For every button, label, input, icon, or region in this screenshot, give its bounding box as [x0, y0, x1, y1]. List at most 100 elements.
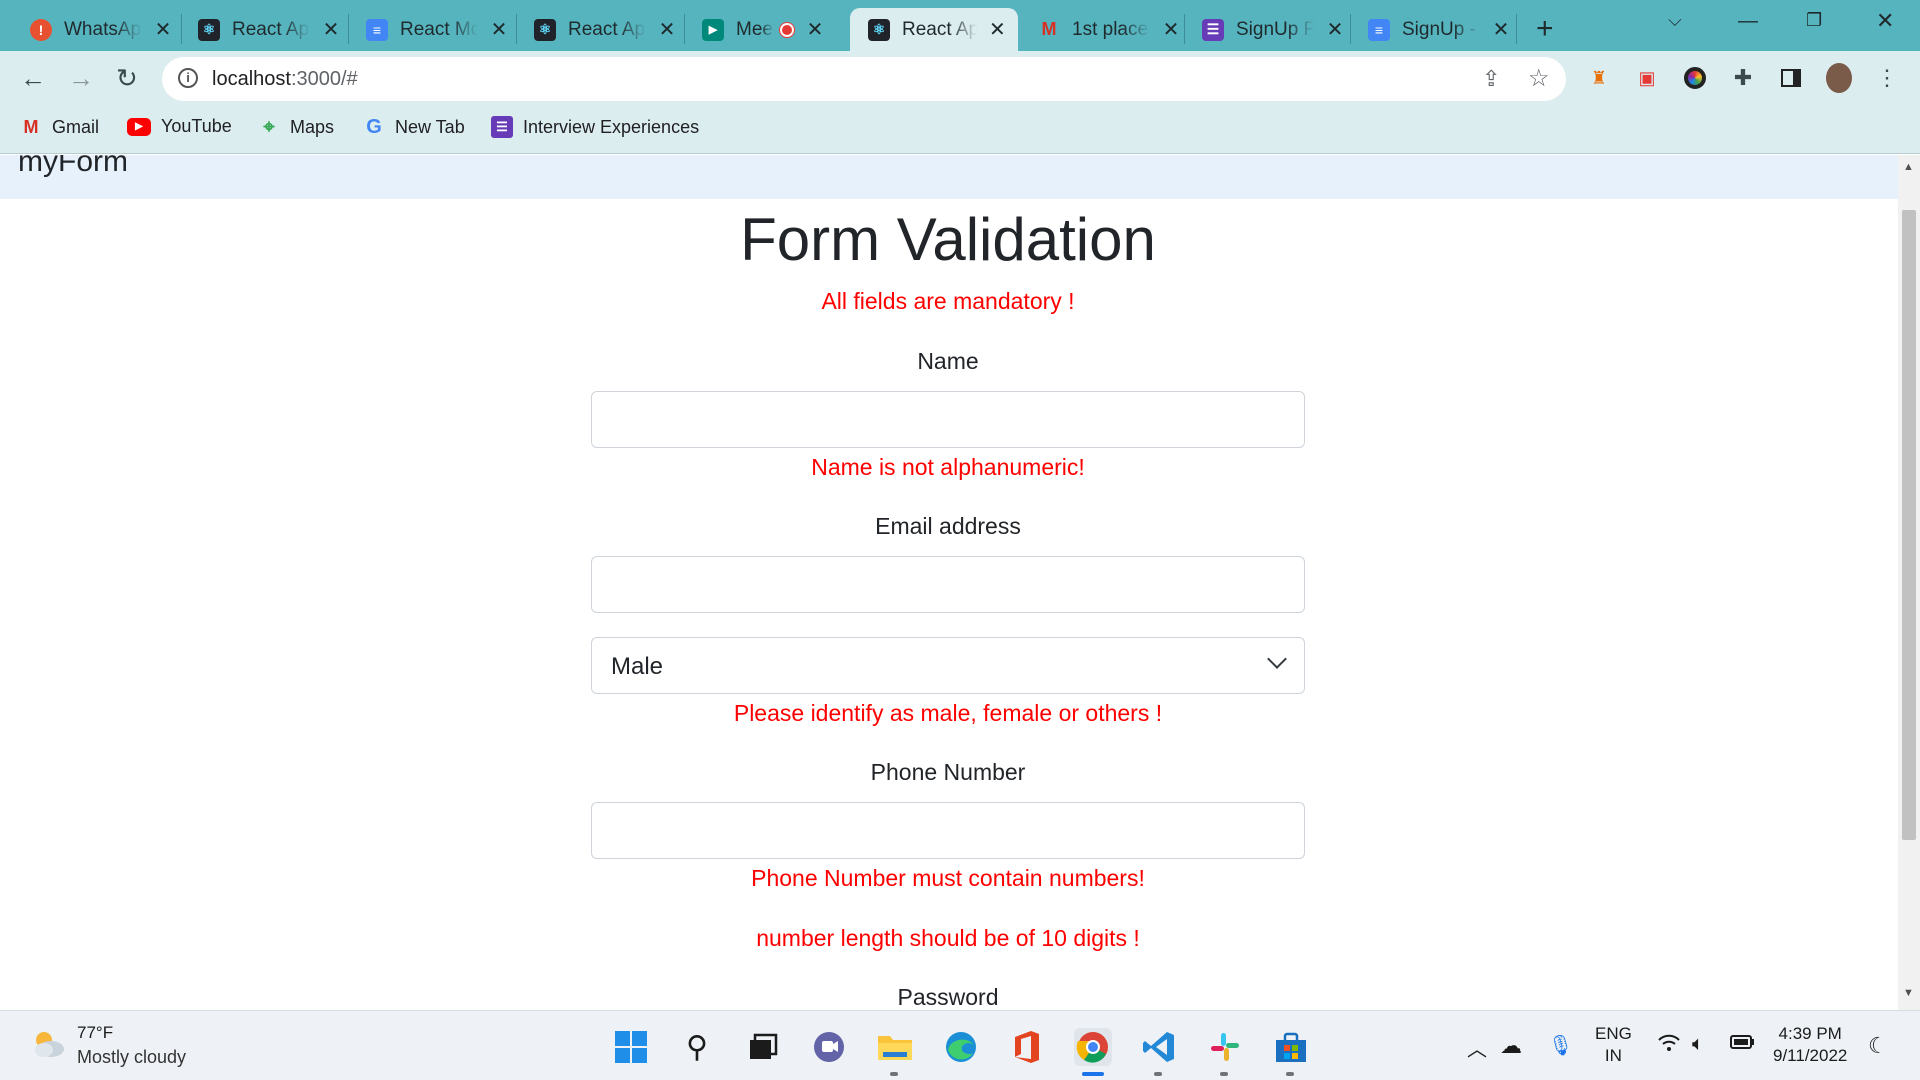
phone-error-length: number length should be of 10 digits !: [756, 925, 1140, 951]
bookmark-youtube[interactable]: ▶ YouTube: [127, 116, 232, 137]
close-icon[interactable]: ✕: [806, 17, 824, 42]
page-viewport: myForm Form Validation All fields are ma…: [0, 155, 1920, 1010]
google-forms-icon: ☰: [491, 116, 513, 138]
back-icon[interactable]: ←: [20, 63, 46, 94]
name-error: Name is not alphanumeric!: [811, 454, 1085, 480]
bookmark-label: YouTube: [161, 116, 232, 136]
tab-title: 1st place: [1072, 18, 1149, 40]
restore-icon[interactable]: ❐: [1806, 10, 1822, 31]
screen-capture-extension-icon[interactable]: ▣: [1634, 65, 1660, 91]
bookmark-star-icon[interactable]: ☆: [1528, 64, 1550, 93]
windows-start-icon[interactable]: [612, 1028, 650, 1066]
weather-description[interactable]: Mostly cloudy: [77, 1047, 186, 1068]
url-path: :3000/#: [290, 68, 358, 90]
browser-toolbar: ← → ↻ i localhost:3000/# ⇪ ☆ ♜ ▣ ✚ ⋮: [0, 51, 1920, 106]
close-icon[interactable]: ✕: [490, 17, 508, 42]
search-icon[interactable]: ⚲: [678, 1028, 716, 1066]
teams-chat-icon[interactable]: [810, 1028, 848, 1066]
menu-kebab-icon[interactable]: ⋮: [1874, 65, 1900, 91]
microsoft-store-icon[interactable]: [1272, 1028, 1310, 1066]
bookmark-gmail[interactable]: M Gmail: [20, 116, 100, 138]
task-view-icon[interactable]: [744, 1028, 782, 1066]
edge-browser-icon[interactable]: [942, 1028, 980, 1066]
profile-avatar[interactable]: [1826, 63, 1852, 93]
bookmark-maps[interactable]: ⌖ Maps: [258, 116, 334, 138]
show-hidden-icons-icon[interactable]: ︿: [1467, 1033, 1487, 1062]
region-code: IN: [1604, 1046, 1622, 1065]
new-tab-icon[interactable]: +: [1536, 12, 1554, 46]
window-close-icon[interactable]: ✕: [1876, 8, 1894, 34]
address-bar[interactable]: i localhost:3000/# ⇪ ☆: [162, 57, 1566, 101]
navbar-brand[interactable]: myForm: [18, 155, 128, 179]
tab-react-app-active[interactable]: ⚛ React App ✕: [850, 8, 1018, 51]
url-text[interactable]: localhost:3000/#: [212, 68, 358, 91]
tab-signup-form[interactable]: ☰ SignUp Form ✕: [1184, 8, 1356, 51]
site-info-icon[interactable]: i: [178, 68, 198, 88]
tab-react-app-1[interactable]: ⚛ React App ✕: [180, 8, 352, 51]
tab-signup-doc[interactable]: ≡ SignUp - Google ✕: [1350, 8, 1522, 51]
recording-icon: [780, 22, 794, 37]
chevron-down-icon: [1267, 649, 1287, 669]
clock-date: 9/11/2022: [1773, 1046, 1848, 1065]
close-icon[interactable]: ✕: [1162, 17, 1180, 42]
google-meet-icon: ▶: [702, 18, 724, 41]
phone-input[interactable]: [591, 802, 1305, 859]
weather-temperature[interactable]: 77°F: [77, 1023, 113, 1043]
color-extension-icon[interactable]: [1682, 65, 1708, 91]
scrollbar-thumb[interactable]: [1902, 210, 1916, 840]
office-icon[interactable]: [1008, 1028, 1046, 1066]
running-indicator: [1154, 1072, 1162, 1076]
chrome-icon[interactable]: [1074, 1028, 1112, 1066]
input-language[interactable]: ENG IN: [1595, 1023, 1632, 1067]
minimize-icon[interactable]: —: [1738, 10, 1758, 33]
close-icon[interactable]: ✕: [658, 17, 676, 42]
tab-react-mode[interactable]: ≡ React Mode ✕: [348, 8, 520, 51]
partly-cloudy-icon[interactable]: [30, 1029, 66, 1059]
tab-gmail[interactable]: M 1st place ✕: [1020, 8, 1192, 51]
gmail-icon: M: [1041, 19, 1057, 39]
tab-whatsapp[interactable]: ! WhatsApp ✕: [12, 8, 184, 51]
tab-title: SignUp Form: [1236, 18, 1314, 40]
scroll-up-icon[interactable]: ▲: [1903, 161, 1914, 173]
close-icon[interactable]: ✕: [322, 17, 340, 42]
gender-error: Please identify as male, female or other…: [733, 700, 1163, 726]
close-icon[interactable]: ✕: [154, 17, 172, 42]
bookmark-interview-experiences[interactable]: ☰ Interview Experiences: [491, 116, 699, 138]
tab-search-icon[interactable]: ⌵: [1668, 10, 1682, 31]
close-icon[interactable]: ✕: [1326, 17, 1344, 42]
file-explorer-icon[interactable]: [876, 1028, 914, 1066]
name-input[interactable]: [591, 391, 1305, 448]
bookmark-new-tab[interactable]: G New Tab: [363, 116, 465, 138]
microphone-icon[interactable]: 🎙︎: [1548, 1033, 1573, 1058]
close-icon[interactable]: ✕: [1492, 17, 1510, 42]
side-panel-icon[interactable]: [1778, 65, 1804, 91]
onedrive-cloud-icon[interactable]: ☁: [1500, 1033, 1522, 1059]
google-docs-icon: ≡: [366, 18, 388, 41]
reload-icon[interactable]: ↻: [116, 63, 138, 94]
gender-select[interactable]: Male: [591, 637, 1305, 694]
phone-error-numbers: Phone Number must contain numbers!: [751, 865, 1145, 891]
whatsapp-alert-icon: !: [30, 18, 52, 41]
email-input[interactable]: [591, 556, 1305, 613]
clock-time: 4:39 PM: [1778, 1024, 1842, 1043]
notifications-moon-icon[interactable]: ☾: [1868, 1033, 1888, 1059]
bookmark-label: Interview Experiences: [523, 116, 700, 137]
close-icon[interactable]: ✕: [989, 17, 1006, 42]
extensions-puzzle-icon[interactable]: ✚: [1730, 65, 1756, 91]
page-scrollbar[interactable]: ▲ ▼: [1898, 155, 1920, 1010]
scroll-down-icon[interactable]: ▼: [1903, 987, 1914, 999]
tab-title: React App: [568, 18, 646, 40]
tab-react-app-2[interactable]: ⚛ React App ✕: [516, 8, 688, 51]
forward-icon[interactable]: →: [68, 63, 94, 94]
lighthouse-extension-icon[interactable]: ♜: [1586, 65, 1612, 91]
tab-meet[interactable]: ▶ Meet ✕: [684, 8, 836, 51]
app-navbar: myForm: [0, 155, 1898, 199]
share-icon[interactable]: ⇪: [1482, 66, 1500, 92]
password-label: Password: [897, 984, 999, 1010]
system-clock[interactable]: 4:39 PM 9/11/2022: [1773, 1023, 1847, 1067]
wifi-icon[interactable]: [1657, 1033, 1681, 1059]
slack-icon[interactable]: [1206, 1028, 1244, 1066]
battery-icon[interactable]: [1730, 1033, 1756, 1057]
vscode-icon[interactable]: [1140, 1028, 1178, 1066]
volume-icon[interactable]: 🔈︎: [1692, 1033, 1704, 1056]
